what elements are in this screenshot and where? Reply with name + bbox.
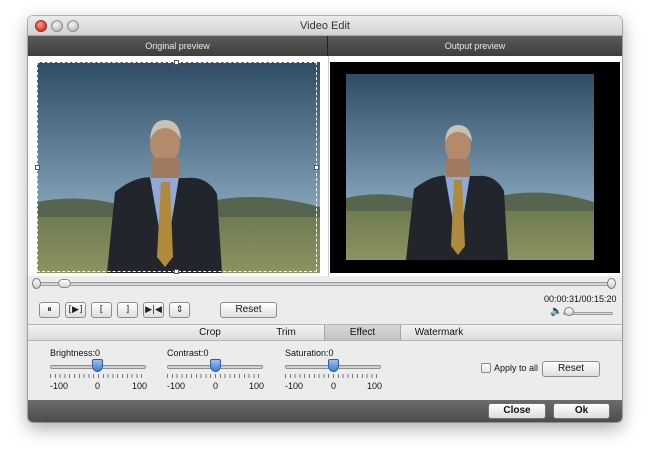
title-bar[interactable]: Video Edit: [28, 16, 622, 36]
saturation-label: Saturation:0: [285, 348, 334, 358]
brightness-mid: 0: [95, 381, 101, 391]
trim-start-marker[interactable]: [32, 278, 41, 289]
tab-crop[interactable]: Crop: [176, 325, 244, 340]
timecode-display: 00:00:31/00:15:20: [544, 294, 617, 304]
saturation-knob[interactable]: [328, 359, 339, 372]
ok-button[interactable]: Ok: [553, 403, 610, 419]
contrast-max: 100: [249, 381, 265, 391]
original-video-frame: [37, 62, 320, 273]
output-preview-label: Output preview: [328, 36, 622, 56]
split-button[interactable]: ⇕: [169, 302, 190, 318]
brightness-knob[interactable]: [92, 359, 103, 372]
trim-end-marker[interactable]: [607, 278, 616, 289]
play-frame-button[interactable]: [▶]: [65, 302, 86, 318]
pause-button[interactable]: ⏸: [39, 302, 60, 318]
saturation-max: 100: [367, 381, 383, 391]
tab-watermark[interactable]: Watermark: [404, 325, 474, 340]
saturation-mid: 0: [331, 381, 337, 391]
original-preview-pane: [28, 56, 328, 276]
volume-knob[interactable]: [564, 307, 574, 316]
brightness-ticks: [50, 374, 146, 378]
seek-knob[interactable]: [58, 279, 71, 288]
saturation-ticks: [285, 374, 381, 378]
output-video-frame: [330, 62, 620, 273]
original-preview-label: Original preview: [28, 36, 328, 56]
brightness-label: Brightness:0: [50, 348, 101, 358]
apply-to-all-label[interactable]: Apply to all: [494, 363, 538, 373]
brightness-min: -100: [50, 381, 69, 391]
tab-effect[interactable]: Effect: [324, 325, 401, 340]
window-title: Video Edit: [300, 20, 350, 32]
close-button[interactable]: Close: [488, 403, 546, 419]
brightness-max: 100: [132, 381, 148, 391]
contrast-ticks: [167, 374, 263, 378]
speaker-icon[interactable]: 🔈: [550, 306, 562, 317]
contrast-label: Contrast:0: [167, 348, 209, 358]
playback-reset-button[interactable]: Reset: [220, 302, 277, 318]
effect-panel: Brightness:0 -100 0 100 Contrast:0 -100 …: [28, 341, 622, 400]
set-start-button[interactable]: [: [91, 302, 112, 318]
edit-tabs: Crop Trim Effect Watermark: [28, 324, 622, 341]
playback-controls: ⏸ [▶] [ ] ▶|◀ ⇕ Reset 00:00:31/00:15:20 …: [28, 276, 622, 324]
effect-reset-button[interactable]: Reset: [542, 361, 600, 377]
video-scene-image: [37, 62, 320, 273]
contrast-knob[interactable]: [210, 359, 221, 372]
video-edit-window: Video Edit Original preview Output previ…: [28, 16, 622, 422]
saturation-min: -100: [285, 381, 304, 391]
contrast-mid: 0: [213, 381, 219, 391]
set-end-button[interactable]: ]: [117, 302, 138, 318]
tab-trim[interactable]: Trim: [250, 325, 322, 340]
contrast-min: -100: [167, 381, 186, 391]
apply-to-all-checkbox[interactable]: [481, 363, 491, 373]
dialog-footer: Close Ok: [28, 400, 622, 422]
seek-bar[interactable]: [36, 282, 612, 286]
output-scene-image: [330, 62, 620, 273]
skip-end-button[interactable]: ▶|◀: [143, 302, 164, 318]
